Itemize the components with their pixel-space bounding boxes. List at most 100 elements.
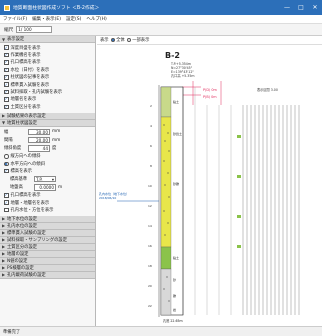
extra-option[interactable]: ✓ 地層・地層名を表示	[4, 199, 92, 206]
option-label: 孔口標高を表示	[10, 193, 41, 199]
elevation-option[interactable]: ✓ 標高を表示	[4, 167, 92, 174]
elevation-ref-label: 標高基準	[10, 177, 28, 183]
option-label: 試料採取・孔内試験を表示	[10, 90, 63, 96]
scale-label: 縮尺	[4, 27, 14, 33]
soil-class-settings-header[interactable]: ▶ 土質区分の設定	[0, 243, 95, 251]
load-test-settings-header[interactable]: ▶ 孔内載荷試験の設定	[0, 271, 95, 279]
groundwater-settings-header[interactable]: ▶ 地下水位の設定	[0, 215, 95, 223]
display-settings-body: ✓ 深度目盛を表示 ✓ 作業機名を表示 ✓ 孔口標高を表示 ✓ 水位（日付）を表示 ✓ 柱…	[0, 43, 95, 113]
sampling-settings-header[interactable]: ▶ 試料採取・サンプリングの設定	[0, 236, 95, 244]
section-title: 地層の設定	[7, 251, 29, 257]
depth-tick-label: 10	[148, 184, 152, 188]
view-label: 表示	[100, 38, 109, 43]
title-bar: 地質断面柱状図作成ソフト ＜B-2作成＞ — □ ✕	[0, 0, 322, 15]
display-option[interactable]: ✓ 孔口標高を表示	[4, 59, 92, 66]
radio-button[interactable]	[4, 161, 9, 167]
borehole-log-canvas[interactable]: B-2 T.P.+5.354m N=27°30'45" E=139°43'12"…	[97, 45, 322, 326]
checkbox[interactable]: ✓	[4, 193, 9, 198]
checkbox[interactable]: ✓	[4, 60, 9, 65]
option-label: 柱状図の記事を表示	[10, 75, 50, 81]
option-label: 標準貫入試験を表示	[10, 82, 50, 88]
scale-input[interactable]: 1/ 100	[16, 26, 53, 33]
radio-button[interactable]	[4, 154, 9, 159]
checkbox[interactable]: ✓	[4, 45, 9, 50]
depth-tick-label: 16	[148, 244, 152, 248]
marker-note: P(D) 0m	[203, 88, 218, 92]
display-option[interactable]: ✓ 試料採取・孔内試験を表示	[4, 88, 92, 95]
elevation-ref-select[interactable]: T.P. ▾	[34, 175, 56, 183]
ground-level-row: 地盤高 0.0000 m	[4, 183, 92, 191]
depth-tick-label: 18	[148, 264, 152, 268]
checkbox[interactable]: ✓	[4, 53, 9, 58]
layer-label: 砂	[173, 277, 176, 282]
display-option[interactable]: ✓ 地層名を表示	[4, 96, 92, 103]
display-option[interactable]: ✓ 標準貫入試験を表示	[4, 81, 92, 88]
angle-row: 傾斜角度 44 度	[4, 144, 92, 152]
display-option[interactable]: ✓ 土質区分を表示	[4, 103, 92, 110]
tilt-option[interactable]: 水平方向への傾斜	[4, 160, 92, 167]
menu-settings[interactable]: 設定(S)	[66, 16, 81, 22]
spacing-unit: mm	[52, 137, 61, 143]
display-option[interactable]: ✓ 作業機名を表示	[4, 51, 92, 58]
display-option[interactable]: ✓ 水位（日付）を表示	[4, 66, 92, 73]
section-title: 孔内載荷試験の設定	[7, 272, 46, 278]
option-label: 孔口標高を表示	[10, 60, 41, 66]
test-display-header[interactable]: ▶ 試験結果の表示設定	[0, 112, 95, 120]
drawing-area: 表示 全体 一部表示 B-2 T.P.+5.354m N=27°30'45" E…	[97, 36, 322, 326]
display-option[interactable]: ✓ 柱状図の記事を表示	[4, 74, 92, 81]
layer-label: 岩	[173, 307, 176, 312]
radio-selected-dot	[111, 39, 114, 41]
view-radio-partial[interactable]	[126, 37, 132, 43]
checkbox[interactable]: ✓	[4, 200, 9, 205]
display-settings-header[interactable]: ▼ 表示設定	[0, 36, 95, 43]
ground-level-input[interactable]: 0.0000	[34, 184, 56, 191]
menu-edit-view[interactable]: 編集・表示(E)	[32, 16, 61, 22]
maximize-button[interactable]: □	[294, 0, 308, 15]
close-button[interactable]: ✕	[308, 0, 322, 15]
marker-note: P(B) 0m	[203, 95, 217, 99]
width-input[interactable]: 30.00	[28, 128, 50, 135]
spacing-input[interactable]: 20.00	[28, 136, 50, 144]
view-option-label: 全体	[116, 38, 125, 43]
section-title: N値の設定	[7, 258, 28, 264]
window-title: 地質断面柱状図作成ソフト ＜B-2作成＞	[13, 6, 100, 11]
borehole-water-settings-header[interactable]: ▶ 孔内水位の設定	[0, 222, 95, 230]
section-title: 土質区分の設定	[7, 244, 38, 250]
tilt-option[interactable]: 縦方向への傾斜	[4, 153, 92, 160]
option-label: 縦方向への傾斜	[10, 154, 41, 160]
app-icon	[4, 4, 10, 11]
ground-level-label: 地盤高	[10, 185, 23, 191]
depth-tick-label: 12	[148, 204, 152, 208]
view-toolbar: 表示 全体 一部表示	[97, 36, 322, 45]
section-title: 表示設定	[7, 37, 25, 42]
n-value-settings-header[interactable]: ▶ N値の設定	[0, 257, 95, 265]
menu-file[interactable]: ファイル(F)	[3, 16, 27, 22]
extra-option[interactable]: ✓ 孔口標高を表示	[4, 192, 92, 199]
geology-settings-header[interactable]: ▼ 地質柱状図設定	[0, 119, 95, 127]
settings-panel: ▼ 表示設定 ✓ 深度目盛を表示 ✓ 作業機名を表示 ✓ 孔口標高を表示 ✓ 水位（日付…	[0, 36, 96, 326]
checkbox[interactable]: ✓	[4, 68, 9, 73]
section-title: 試料採取・サンプリングの設定	[7, 237, 68, 243]
extra-option[interactable]: 孔内水位・方位を表示	[4, 206, 92, 213]
checkbox[interactable]: ✓	[4, 75, 9, 80]
angle-input[interactable]: 44	[28, 145, 50, 152]
checkbox[interactable]	[4, 207, 9, 213]
checkbox[interactable]: ✓	[4, 97, 9, 102]
checkbox[interactable]: ✓	[4, 169, 9, 174]
menu-help[interactable]: ヘルプ(H)	[86, 16, 106, 22]
checkbox[interactable]: ✓	[4, 82, 9, 87]
display-option[interactable]: ✓ 深度目盛を表示	[4, 44, 92, 51]
spt-settings-header[interactable]: ▶ 標準貫入試験の設定	[0, 229, 95, 237]
stratum-settings-header[interactable]: ▶ 地層の設定	[0, 250, 95, 258]
angle-unit: 度	[52, 146, 57, 152]
soil-layer-gravel	[160, 116, 172, 248]
checkbox[interactable]: ✓	[4, 105, 9, 110]
ps-logging-settings-header[interactable]: ▶ PS検層の設定	[0, 264, 95, 272]
view-radio-full[interactable]	[110, 37, 116, 43]
option-label: 作業機名を表示	[10, 53, 41, 59]
checkbox[interactable]: ✓	[4, 90, 9, 95]
menu-bar: ファイル(F) 編集・表示(E) 設定(S) ヘルプ(H)	[0, 15, 322, 24]
depth-tick-label: 22	[148, 304, 152, 308]
minimize-button[interactable]: —	[280, 0, 294, 15]
depth-ticks: 2 4 6 8 10 12 14 16 18 20 22	[148, 104, 152, 308]
